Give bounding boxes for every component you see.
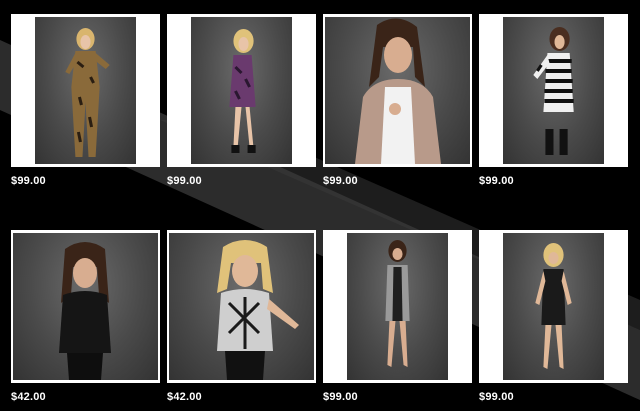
model-figure	[535, 243, 572, 369]
product-card-printed-top[interactable]: $42.00	[167, 230, 316, 403]
product-photo[interactable]	[503, 17, 604, 164]
model-figure	[533, 27, 574, 155]
product-card-colorblock-dress[interactable]: $99.00	[323, 230, 472, 403]
product-image-frame[interactable]	[167, 230, 316, 383]
product-price[interactable]: $99.00	[479, 175, 514, 187]
product-card-rose-gold-jacket[interactable]: $99.00	[323, 14, 472, 187]
product-image-frame[interactable]	[479, 230, 628, 383]
product-card-black-cutout-dress[interactable]: $99.00	[479, 230, 628, 403]
product-photo[interactable]	[169, 233, 314, 380]
product-photo[interactable]	[503, 233, 604, 380]
product-price[interactable]: $99.00	[323, 391, 358, 403]
product-grid: $99.00 $99.00 $99.00 $99.00 $42.00 $42.0…	[0, 0, 640, 411]
product-price[interactable]: $99.00	[323, 175, 358, 187]
model-figure	[229, 29, 256, 153]
product-price[interactable]: $42.00	[11, 391, 46, 403]
product-photo[interactable]	[13, 233, 158, 380]
product-price[interactable]: $99.00	[167, 175, 202, 187]
product-photo[interactable]	[191, 17, 292, 164]
model-figure	[59, 242, 111, 380]
product-price[interactable]: $99.00	[479, 391, 514, 403]
product-card-purple-sequin-dress[interactable]: $99.00	[167, 14, 316, 187]
product-photo[interactable]	[35, 17, 136, 164]
product-price[interactable]: $42.00	[167, 391, 202, 403]
product-image-frame[interactable]	[11, 230, 160, 383]
model-figure	[65, 28, 110, 157]
product-photo[interactable]	[325, 17, 470, 164]
product-image-frame[interactable]	[11, 14, 160, 167]
product-price[interactable]: $99.00	[11, 175, 46, 187]
product-card-black-draped-top[interactable]: $42.00	[11, 230, 160, 403]
model-figure	[385, 240, 410, 367]
model-figure	[355, 18, 441, 164]
product-image-frame[interactable]	[479, 14, 628, 167]
product-image-frame[interactable]	[323, 230, 472, 383]
model-figure	[217, 240, 299, 380]
product-image-frame[interactable]	[323, 14, 472, 167]
product-image-frame[interactable]	[167, 14, 316, 167]
product-card-leopard-jumpsuit[interactable]: $99.00	[11, 14, 160, 187]
product-photo[interactable]	[347, 233, 448, 380]
product-card-striped-dress[interactable]: $99.00	[479, 14, 628, 187]
